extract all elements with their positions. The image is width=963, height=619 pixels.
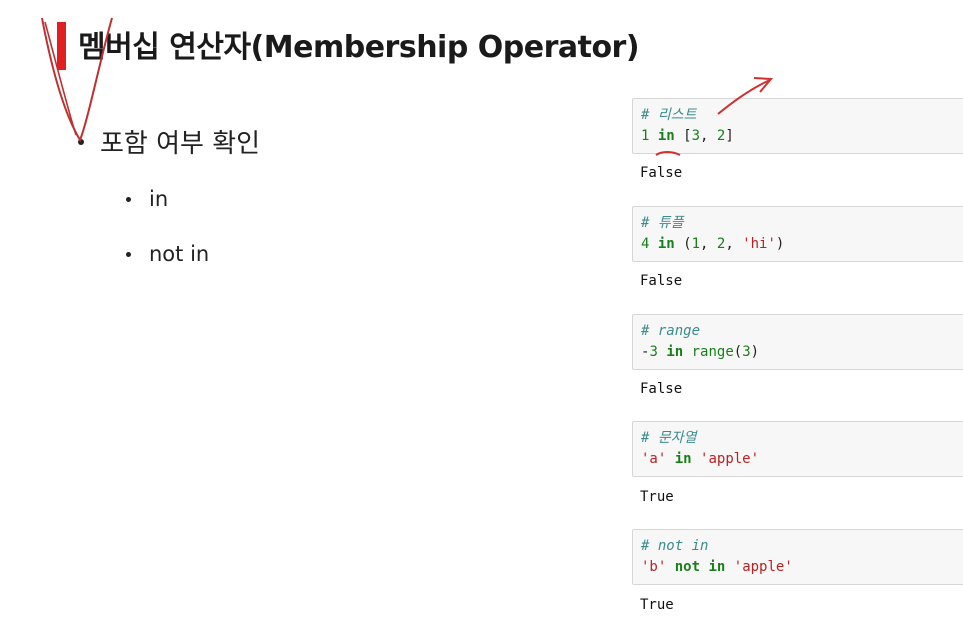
code-token: , <box>700 236 717 252</box>
code-token: in <box>657 236 675 252</box>
code-comment: # 리스트 <box>641 107 697 123</box>
bullet-dot-icon <box>126 251 131 257</box>
code-token: 1 <box>691 236 701 252</box>
sub-bullet-not-in: not in <box>126 242 209 266</box>
code-comment: # not in <box>641 538 709 554</box>
code-token: , <box>725 236 743 252</box>
code-token: 'hi' <box>742 236 776 252</box>
code-token: in <box>666 344 684 360</box>
code-comment: # 튜플 <box>641 215 684 231</box>
code-token: , <box>700 128 717 144</box>
code-token: [ <box>674 128 692 144</box>
cell-output: True <box>640 489 674 505</box>
cell-output: False <box>640 273 683 289</box>
code-line: 1 in [3, 2] <box>641 126 963 147</box>
code-token: ( <box>733 344 743 360</box>
code-token: ) <box>750 344 760 360</box>
code-line: 'b' not in 'apple' <box>641 557 963 578</box>
code-cell-tuple[interactable]: # 튜플 4 in (1, 2, 'hi') <box>632 206 963 262</box>
cell-output: True <box>640 597 674 613</box>
cell-output: False <box>640 381 683 397</box>
code-token: 'apple' <box>700 451 760 467</box>
code-token: ( <box>674 236 692 252</box>
code-token: range <box>691 344 734 360</box>
code-comment: # 문자열 <box>641 430 697 446</box>
code-cell-list[interactable]: # 리스트 1 in [3, 2] <box>632 98 963 154</box>
cell-output: False <box>640 165 683 181</box>
code-token: 'a' <box>641 451 667 467</box>
code-cell-not-in[interactable]: # not in 'b' not in 'apple' <box>632 529 963 585</box>
code-token: 'apple' <box>733 559 793 575</box>
code-token: 3 <box>691 128 701 144</box>
code-token: ) <box>775 236 785 252</box>
code-token: not <box>674 559 701 575</box>
sub-bullet-label: not in <box>149 242 210 266</box>
sub-bullet-label: in <box>149 187 169 211</box>
code-token: 3 <box>649 344 658 360</box>
bullet-main: 포함 여부 확인 <box>78 123 260 160</box>
code-token: in <box>708 559 726 575</box>
sub-bullet-in: in <box>126 187 168 211</box>
code-token: 3 <box>742 344 751 360</box>
bullet-main-label: 포함 여부 확인 <box>100 129 261 159</box>
arrow-head-icon <box>753 77 774 93</box>
pen-annotations <box>41 17 774 156</box>
code-cell-string[interactable]: # 문자열 'a' in 'apple' <box>632 421 963 477</box>
code-line: -3 in range(3) <box>641 342 963 363</box>
code-token: in <box>674 451 692 467</box>
code-token: ] <box>725 128 734 144</box>
bullet-dot-icon <box>78 138 84 145</box>
title-accent-bar <box>57 22 66 70</box>
code-token: in <box>657 128 675 144</box>
code-cell-range[interactable]: # range -3 in range(3) <box>632 314 963 370</box>
code-line: 'a' in 'apple' <box>641 449 963 470</box>
code-comment: # range <box>641 323 701 339</box>
bullet-dot-icon <box>126 196 131 202</box>
slide-title: 멤버십 연산자(Membership Operator) <box>78 30 640 65</box>
code-line: 4 in (1, 2, 'hi') <box>641 234 963 255</box>
code-token: 'b' <box>641 559 667 575</box>
